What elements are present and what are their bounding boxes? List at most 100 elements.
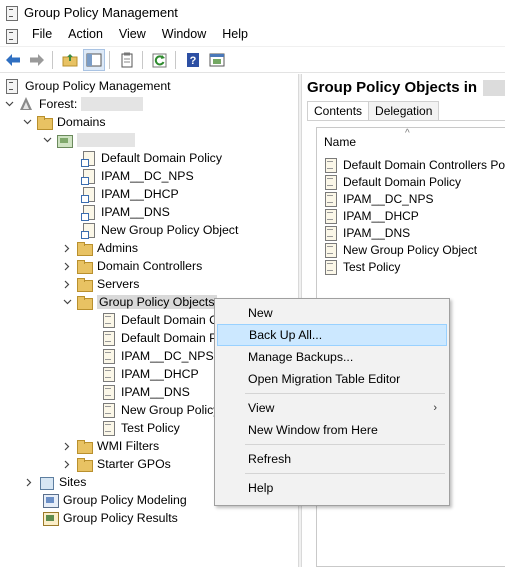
tree-item-wmi-filters[interactable]: WMI Filters	[62, 437, 159, 455]
tree-item-forest[interactable]: Forest:	[4, 95, 144, 113]
tree-item-starter-gpos[interactable]: Starter GPOs	[62, 455, 171, 473]
expand-chevron-icon[interactable]	[62, 239, 72, 257]
tree-item-ou-servers[interactable]: Servers	[62, 275, 139, 293]
forward-icon[interactable]	[26, 49, 48, 71]
tree-item-label: IPAM__DHCP	[101, 187, 179, 201]
menu-window[interactable]: Window	[154, 24, 214, 45]
sort-ascending-icon: ^	[405, 128, 410, 139]
menu-item-new-window[interactable]: New Window from Here	[217, 419, 447, 441]
tree-item-ou-admins[interactable]: Admins	[62, 239, 138, 257]
tree-item-label: Starter GPOs	[97, 457, 171, 471]
tree-item-gpo[interactable]: New Group Policy	[100, 401, 219, 419]
list-item[interactable]: New Group Policy Object	[322, 241, 477, 258]
refresh-icon[interactable]	[149, 49, 171, 71]
tree-item-gpo[interactable]: Default Domain P	[100, 329, 217, 347]
redacted-domain-name	[483, 79, 505, 96]
ou-folder-icon	[76, 240, 93, 256]
toolbar-separator	[109, 50, 110, 69]
document-icon[interactable]	[4, 28, 18, 44]
tree-item-linked-gpo[interactable]: New Group Policy Object	[80, 221, 238, 239]
list-item[interactable]: Test Policy	[322, 258, 400, 275]
menu-separator	[245, 444, 445, 445]
gpo-link-icon	[80, 204, 96, 221]
domains-folder-icon	[36, 114, 53, 130]
gpo-icon	[322, 259, 338, 275]
back-icon[interactable]	[2, 49, 24, 71]
tree-item-linked-gpo[interactable]: IPAM__DNS	[80, 203, 170, 221]
menu-item-manage-backups[interactable]: Manage Backups...	[217, 346, 447, 368]
list-item-label: IPAM__DHCP	[343, 208, 419, 223]
tree-item-label: IPAM__DNS	[121, 385, 190, 399]
tree-item-modeling[interactable]: Group Policy Modeling	[42, 491, 187, 509]
collapse-chevron-icon[interactable]	[42, 131, 52, 149]
menu-item-new[interactable]: New	[217, 302, 447, 324]
menu-item-view[interactable]: View ›	[217, 397, 447, 419]
menu-help[interactable]: Help	[214, 24, 256, 45]
menu-item-back-up-all[interactable]: Back Up All...	[217, 324, 447, 346]
expand-chevron-icon[interactable]	[62, 275, 72, 293]
tree-item-group-policy-objects[interactable]: Group Policy Objects	[62, 293, 217, 311]
collapse-chevron-icon[interactable]	[22, 113, 32, 131]
tab-delegation[interactable]: Delegation	[368, 101, 440, 121]
gpo-link-icon	[80, 168, 96, 185]
menu-item-help[interactable]: Help	[217, 477, 447, 499]
export-list-icon[interactable]	[206, 49, 228, 71]
gpo-icon	[322, 157, 338, 173]
tree-item-gpo[interactable]: Test Policy	[100, 419, 180, 437]
collapse-chevron-icon[interactable]	[4, 95, 14, 113]
wmi-folder-icon	[76, 438, 93, 454]
expand-chevron-icon[interactable]	[24, 473, 34, 491]
expand-chevron-icon[interactable]	[62, 257, 72, 275]
gpo-icon	[100, 330, 116, 346]
tree-item-ou-domain-controllers[interactable]: Domain Controllers	[62, 257, 202, 275]
expand-chevron-icon[interactable]	[62, 437, 72, 455]
column-header-name[interactable]: ^ Name	[317, 128, 505, 152]
tree-item-results[interactable]: Group Policy Results	[42, 509, 178, 527]
menu-item-migration-table-editor[interactable]: Open Migration Table Editor	[217, 368, 447, 390]
tree-item-gpm-root[interactable]: Group Policy Management	[4, 77, 171, 95]
menu-view[interactable]: View	[111, 24, 154, 45]
ou-folder-icon	[76, 276, 93, 292]
tree-item-gpo[interactable]: IPAM__DHCP	[100, 365, 199, 383]
tree-item-label: Group Policy Results	[63, 511, 178, 525]
tree-item-gpo[interactable]: IPAM__DC_NPS	[100, 347, 214, 365]
menu-item-refresh[interactable]: Refresh	[217, 448, 447, 470]
gpo-icon	[322, 191, 338, 207]
tree-item-gpo[interactable]: Default Domain C	[100, 311, 218, 329]
tree-item-gpo[interactable]: IPAM__DNS	[100, 383, 190, 401]
menu-item-view-label: View	[248, 401, 275, 415]
tree-item-linked-gpo[interactable]: IPAM__DC_NPS	[80, 167, 194, 185]
toolbar-separator	[52, 50, 53, 69]
expand-chevron-icon[interactable]	[62, 455, 72, 473]
tree-item-label: New Group Policy	[121, 403, 220, 417]
menu-action[interactable]: Action	[60, 24, 111, 45]
tree-item-sites[interactable]: Sites	[24, 473, 86, 491]
tree-item-label: WMI Filters	[97, 439, 160, 453]
tree-item-label: Forest:	[39, 97, 78, 111]
collapse-chevron-icon[interactable]	[62, 293, 72, 311]
details-tabs: Contents Delegation	[307, 101, 440, 121]
redacted-domain-name	[77, 133, 135, 147]
svg-text:?: ?	[190, 55, 197, 67]
up-folder-icon[interactable]	[59, 49, 81, 71]
properties-icon[interactable]	[116, 49, 138, 71]
list-item[interactable]: Default Domain Controllers Policy	[322, 156, 505, 173]
tree-item-domains[interactable]: Domains	[22, 113, 106, 131]
list-item[interactable]: IPAM__DC_NPS	[322, 190, 433, 207]
help-icon[interactable]: ?	[182, 49, 204, 71]
tab-contents[interactable]: Contents	[307, 101, 370, 121]
menu-file[interactable]: File	[24, 24, 60, 45]
tree-item-label: IPAM__DC_NPS	[121, 349, 214, 363]
tree-item-linked-gpo[interactable]: IPAM__DHCP	[80, 185, 179, 203]
tree-item-label: Servers	[97, 277, 140, 291]
tree-item-linked-gpo[interactable]: Default Domain Policy	[80, 149, 222, 167]
list-item[interactable]: IPAM__DHCP	[322, 207, 419, 224]
tree-item-domain[interactable]	[42, 131, 135, 149]
tree-item-label: Domains	[57, 115, 106, 129]
list-item[interactable]: Default Domain Policy	[322, 173, 461, 190]
context-menu: New Back Up All... Manage Backups... Ope…	[214, 298, 450, 506]
show-hide-tree-icon[interactable]	[83, 48, 105, 71]
list-item-label: Default Domain Controllers Policy	[343, 157, 505, 172]
list-item-label: Test Policy	[343, 259, 401, 274]
list-item[interactable]: IPAM__DNS	[322, 224, 410, 241]
